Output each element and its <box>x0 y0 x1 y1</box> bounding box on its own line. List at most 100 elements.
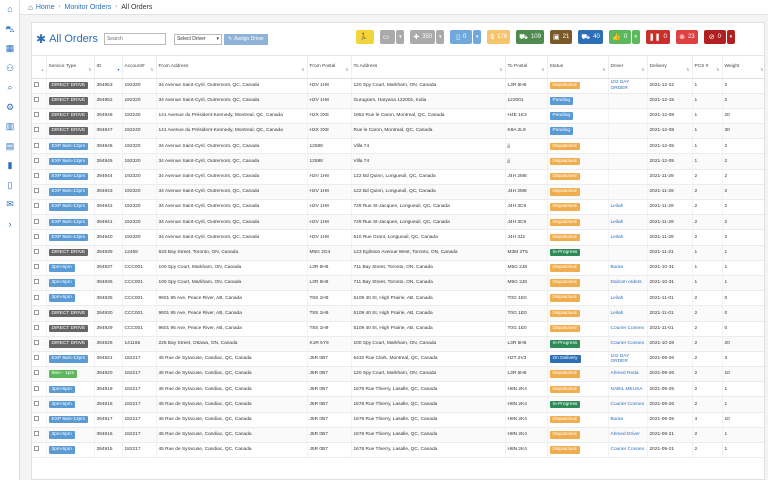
table-row[interactable]: DIRECT DRIVE 394953 192320 34 Avenue Saint-… <box>32 78 764 94</box>
table-row[interactable]: 3pm-5pm 394915 182217 45 Rue de Syracuse, C… <box>32 442 764 459</box>
table-row[interactable]: DIRECT DRIVE 394930 CCC001 9601 95 Ave, Pea… <box>32 305 764 322</box>
column-header-status[interactable]: Status ⇅ <box>547 56 609 79</box>
chevron-down-icon[interactable]: ▾ <box>726 30 735 44</box>
column-header-id[interactable]: ID ▾ <box>94 56 123 79</box>
row-checkbox[interactable] <box>34 248 39 254</box>
table-row[interactable]: DIRECT DRIVE 394947 192240 141 Avenue du Pr… <box>32 123 764 140</box>
driver-link[interactable]: NABIL MEUSA <box>611 387 643 392</box>
counter-button-doc[interactable]: ▯ 0 <box>450 30 473 44</box>
row-checkbox[interactable] <box>34 324 39 330</box>
driver-link[interactable]: Courier Connex <box>611 402 645 407</box>
row-checkbox[interactable] <box>34 188 39 194</box>
report-icon[interactable]: ▤ <box>0 137 20 157</box>
row-checkbox[interactable] <box>34 446 39 452</box>
home-breadcrumb-icon[interactable]: ⌂ <box>28 3 33 12</box>
driver-link[interactable]: Ahmed Driver <box>611 432 640 437</box>
row-checkbox[interactable] <box>34 233 39 239</box>
driver-link[interactable]: Leilah <box>611 296 624 301</box>
column-header-driver[interactable]: Driver ⇅ <box>608 56 648 79</box>
table-row[interactable]: 3pm-5pm 394918 182217 45 Rue de Syracuse, C… <box>32 396 764 413</box>
table-row[interactable]: 3pm-5pm 394919 182217 45 Rue de Syracuse, C… <box>32 381 764 398</box>
envelope-icon[interactable]: ✉ <box>0 195 20 215</box>
chevron-down-icon[interactable]: ▾ <box>396 30 405 44</box>
counter-button-van[interactable]: ⛟ 40 <box>578 30 603 44</box>
table-row[interactable]: 9am - 1pm 394920 182217 45 Rue de Syracuse,… <box>32 366 764 383</box>
row-checkbox[interactable] <box>34 157 39 163</box>
row-checkbox[interactable] <box>34 127 39 133</box>
row-checkbox[interactable] <box>34 309 39 315</box>
row-checkbox[interactable] <box>34 279 39 285</box>
row-checkbox[interactable] <box>34 340 39 346</box>
assign-driver-button[interactable]: ✎ Assign Driver <box>223 33 268 45</box>
driver-link[interactable]: Ahmed Reda <box>611 371 639 376</box>
table-row[interactable]: DIRECT DRIVE 394948 192240 141 Avenue du Pr… <box>32 108 764 125</box>
driver-link[interactable]: Dalcom orders <box>611 280 642 285</box>
column-header-service-type[interactable]: Service Type ⇅ <box>46 56 95 79</box>
table-row[interactable]: DIRECT DRIVE 394926 141165 225 Bay Street, … <box>32 336 764 352</box>
chevron-down-icon[interactable]: ▾ <box>473 30 482 44</box>
counter-button-truck[interactable]: ⛟ 109 <box>516 30 544 44</box>
column-header-account[interactable]: Account# ⇅ <box>122 56 157 79</box>
table-row[interactable]: EXP 9am-12pm 394943 192320 34 Avenue Saint-… <box>32 184 764 201</box>
column-header-weight[interactable]: Weight ⇅ <box>722 56 764 79</box>
row-checkbox[interactable] <box>34 218 39 224</box>
row-checkbox[interactable] <box>34 400 39 406</box>
column-header-from-address[interactable]: From Address ⇅ <box>156 56 308 79</box>
book-icon[interactable]: ▮ <box>0 156 20 176</box>
counter-button-pause[interactable]: ❚❚ 0 <box>645 30 670 44</box>
driver-link[interactable]: 102 DAY ORDER <box>611 354 630 364</box>
driver-link[interactable]: Leilah <box>611 220 624 225</box>
driver-link[interactable]: Leilah <box>611 311 624 316</box>
row-checkbox[interactable] <box>34 142 39 148</box>
table-row[interactable]: DIRECT DRIVE 394939 12469 633 Bay Street, T… <box>32 245 764 261</box>
select-all-header[interactable]: ▴ <box>32 56 47 79</box>
table-row[interactable]: EXP 9am-12pm 394940 192320 34 Avenue Saint-… <box>32 229 764 246</box>
driver-link[interactable]: Boota <box>611 265 624 270</box>
counter-button-printer[interactable]: ▭ <box>379 30 396 44</box>
building-icon[interactable]: ▥ <box>0 117 20 137</box>
search-input[interactable] <box>103 33 166 45</box>
driver-link[interactable]: Courier Connex <box>611 326 645 331</box>
table-row[interactable]: EXP 9am-12pm 394944 192320 34 Avenue Saint-… <box>32 169 764 185</box>
driver-link[interactable]: Courier Connex <box>611 447 645 452</box>
counter-button-box[interactable]: ▣ 21 <box>549 30 573 44</box>
driver-link[interactable]: Courier Connex <box>611 341 645 346</box>
column-header-to-postal[interactable]: To Postal ⇅ <box>505 56 548 79</box>
row-checkbox[interactable] <box>34 355 39 361</box>
row-checkbox[interactable] <box>34 97 39 103</box>
row-checkbox[interactable] <box>34 112 39 118</box>
gear-icon[interactable]: ⚙ <box>0 98 20 118</box>
row-checkbox[interactable] <box>34 264 39 270</box>
row-checkbox[interactable] <box>34 370 39 376</box>
counter-button-ban[interactable]: ⊘ 0 <box>703 30 726 44</box>
driver-link[interactable]: Leilah <box>611 235 624 240</box>
driver-link[interactable]: Leilah <box>611 204 624 209</box>
counter-button-stop[interactable]: ⊗ 23 <box>675 30 698 44</box>
table-row[interactable]: 3pm-5pm 394937 CCC001 100 Spy Court, Markha… <box>32 260 764 276</box>
table-row[interactable]: DIRECT DRIVE 394952 192320 34 Avenue Saint-… <box>32 93 764 109</box>
table-row[interactable]: 3pm-5pm 394935 CCC001 9601 95 Ave, Peace Ri… <box>32 290 764 307</box>
table-row[interactable]: EXP 9am-12pm 394917 182217 45 Rue de Syracu… <box>32 412 764 428</box>
driver-link[interactable]: 102 DAY ORDER <box>611 80 630 90</box>
table-row[interactable]: EXP 9am-12pm 394941 192320 34 Avenue Saint-… <box>32 214 764 231</box>
users-icon[interactable]: ⚇ <box>0 59 20 79</box>
row-checkbox[interactable] <box>34 203 39 209</box>
row-checkbox[interactable] <box>34 294 39 300</box>
table-row[interactable]: EXP 9am-12pm 394942 192320 34 Avenue Saint-… <box>32 199 764 216</box>
table-row[interactable]: EXP 9am-12pm 394921 182217 45 Rue de Syracu… <box>32 351 764 368</box>
breadcrumb-home[interactable]: Home <box>36 4 55 11</box>
car-icon[interactable]: ⛍ <box>0 20 20 40</box>
counter-button-money[interactable]: $176 <box>487 30 511 44</box>
table-row[interactable]: DIRECT DRIVE 394929 CCC001 9601 95 Ave, Pea… <box>32 321 764 337</box>
counter-button-person[interactable]: 🏃 <box>356 30 374 44</box>
table-row[interactable]: EXP 9am-12pm 394945 192320 34 Avenue Saint-… <box>32 153 764 170</box>
row-checkbox[interactable] <box>34 81 39 87</box>
driver-select[interactable]: Select Driver ▾ <box>173 33 222 45</box>
search-icon[interactable]: ⌕ <box>0 78 20 98</box>
table-row[interactable]: 3pm-5pm 394916 182217 45 Rue de Syracuse, C… <box>32 427 764 444</box>
driver-link[interactable]: Boota <box>611 417 624 422</box>
column-header-from-postal[interactable]: From Postal ⇅ <box>307 56 352 79</box>
home-icon[interactable]: ⌂ <box>0 0 20 20</box>
table-row[interactable]: EXP 9am-12pm 394946 192320 34 Avenue Saint-… <box>32 138 764 155</box>
calendar-icon[interactable]: ▦ <box>0 39 20 59</box>
